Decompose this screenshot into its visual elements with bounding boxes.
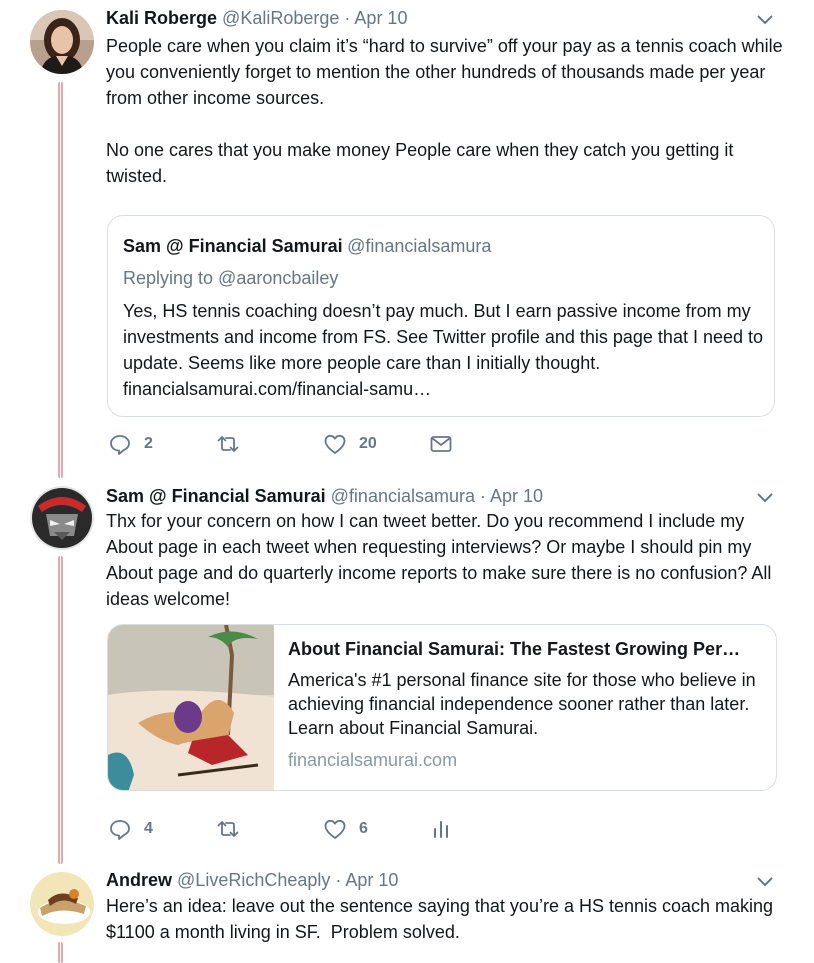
like-button[interactable]: 6	[323, 817, 368, 841]
tweet-header: Sam @ Financial Samurai @financialsamura…	[106, 486, 543, 507]
separator-dot: ·	[344, 8, 351, 28]
reply-count: 4	[144, 820, 153, 837]
analytics-icon	[434, 821, 448, 838]
author-name[interactable]: Kali Roberge	[106, 8, 217, 28]
direct-message-button[interactable]	[429, 432, 453, 456]
heart-icon	[324, 819, 346, 839]
tweet-header: Andrew @LiveRichCheaply · Apr 10	[106, 870, 398, 891]
author-handle[interactable]: @financialsamura	[331, 486, 475, 506]
chevron-down-icon[interactable]	[756, 10, 774, 28]
analytics-button[interactable]	[429, 817, 453, 841]
retweet-icon	[217, 436, 239, 452]
chevron-down-icon[interactable]	[756, 488, 774, 506]
reply-button[interactable]: 4	[108, 817, 153, 841]
author-handle[interactable]: @LiveRichCheaply	[177, 870, 330, 890]
card-image	[108, 625, 274, 790]
card-body: About Financial Samurai: The Fastest Gro…	[288, 639, 762, 771]
like-count: 20	[359, 435, 377, 452]
quoted-author-handle: @financialsamura	[347, 236, 492, 256]
tweet-text: Here’s an idea: leave out the sentence s…	[106, 896, 779, 942]
separator-dot: ·	[480, 486, 487, 506]
tweet-timestamp[interactable]: Apr 10	[490, 486, 543, 506]
author-handle[interactable]: @KaliRoberge	[222, 8, 339, 28]
retweet-button[interactable]	[216, 817, 240, 841]
like-count: 6	[359, 820, 368, 837]
tweet-timestamp[interactable]: Apr 10	[354, 8, 407, 28]
quoted-tweet-text: Yes, HS tennis coaching doesn’t pay much…	[123, 301, 764, 399]
link-card[interactable]: About Financial Samurai: The Fastest Gro…	[107, 624, 777, 791]
tweet-actions: 4 6	[108, 817, 468, 843]
tweet-text: People care when you claim it’s “hard to…	[106, 36, 783, 186]
card-title: About Financial Samurai: The Fastest Gro…	[288, 639, 741, 659]
card-description: America's #1 personal finance site for t…	[288, 670, 756, 738]
like-button[interactable]: 20	[323, 432, 377, 456]
avatar[interactable]	[30, 10, 94, 74]
quoted-author-name: Sam @ Financial Samurai	[123, 236, 343, 256]
tweet-text: Thx for your concern on how I can tweet …	[106, 511, 777, 609]
avatar[interactable]	[30, 872, 94, 936]
tweet-andrew[interactable]: Andrew @LiveRichCheaply · Apr 10 Here’s …	[0, 864, 814, 963]
retweet-icon	[217, 821, 239, 837]
retweet-button[interactable]	[216, 432, 240, 456]
reply-button[interactable]: 2	[108, 432, 153, 456]
replying-to-label: Replying to @aaroncbailey	[123, 268, 339, 288]
thread-line	[58, 942, 63, 963]
tweet-financial-samurai[interactable]: Sam @ Financial Samurai @financialsamura…	[0, 478, 814, 864]
separator-dot: ·	[335, 870, 342, 890]
reply-count: 2	[144, 435, 153, 452]
tweet-kali-roberge[interactable]: Kali Roberge @KaliRoberge · Apr 10 Peopl…	[0, 0, 814, 478]
tweet-header: Kali Roberge @KaliRoberge · Apr 10	[106, 8, 407, 29]
chevron-down-icon[interactable]	[756, 872, 774, 890]
thread-line	[58, 556, 63, 864]
heart-icon	[324, 434, 346, 454]
tweet-actions: 2 20	[108, 432, 468, 458]
card-domain: financialsamurai.com	[288, 750, 458, 770]
reply-icon	[110, 820, 130, 840]
avatar[interactable]	[30, 486, 94, 550]
tweet-timestamp[interactable]: Apr 10	[345, 870, 398, 890]
author-name[interactable]: Andrew	[106, 870, 172, 890]
reply-icon	[110, 435, 130, 455]
author-name[interactable]: Sam @ Financial Samurai	[106, 486, 326, 506]
thread-line	[58, 82, 63, 478]
envelope-icon	[430, 436, 452, 452]
quoted-tweet[interactable]: Sam @ Financial Samurai @financialsamura…	[107, 215, 775, 417]
